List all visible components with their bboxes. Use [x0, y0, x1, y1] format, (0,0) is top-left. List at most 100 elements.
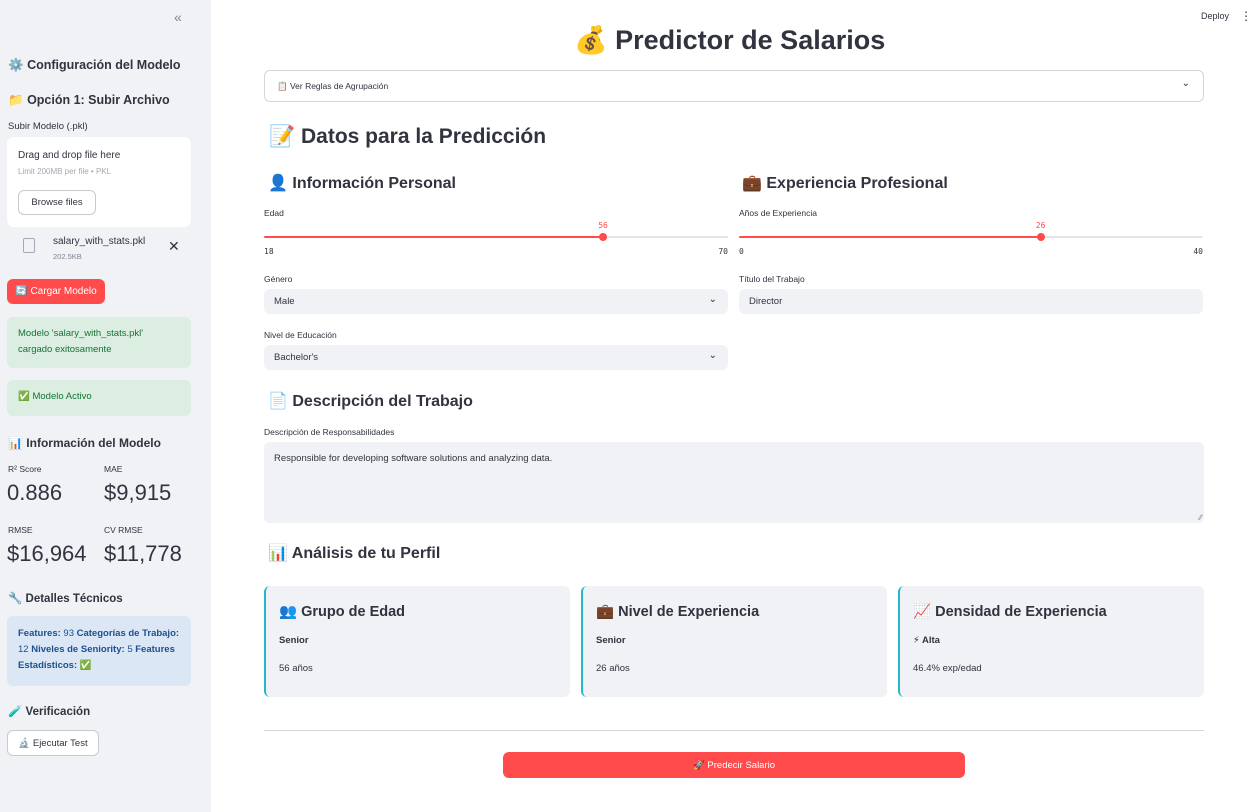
age-slider-fill: [264, 236, 604, 238]
card-title: Grupo de Edad: [301, 604, 406, 620]
age-slider[interactable]: 56 18 70: [264, 220, 728, 260]
model-active-alert: ✅ Modelo Activo: [7, 380, 191, 416]
age-slider-max: 70: [718, 247, 728, 256]
wrench-icon: 🔧: [8, 593, 23, 605]
age-label: Edad: [264, 208, 284, 218]
page-title: 💰 Predictor de Salarios: [574, 24, 885, 56]
job-title-input[interactable]: Director: [739, 289, 1203, 314]
chevron-down-icon: ⌄: [708, 294, 717, 305]
run-test-button[interactable]: 🔬 Ejecutar Test: [7, 730, 99, 756]
verify-heading: 🧪 Verificación: [8, 704, 90, 718]
grouping-rules-expander[interactable]: 📋 Ver Reglas de Agrupación ⌄: [264, 70, 1204, 102]
config-title: Configuración del Modelo: [27, 58, 181, 72]
job-description-title: Descripción del Trabajo: [292, 393, 473, 410]
responsibilities-textarea[interactable]: Responsible for developing software solu…: [264, 442, 1204, 523]
personal-info-title: Información Personal: [292, 175, 456, 192]
briefcase-icon: 💼: [742, 175, 762, 192]
gender-value: Male: [274, 296, 295, 307]
gender-label: Género: [264, 274, 293, 284]
main-menu-icon[interactable]: ⋮: [1240, 9, 1251, 23]
job-description-heading: 📄 Descripción del Trabajo: [268, 391, 473, 411]
features-value: 93: [63, 628, 74, 639]
categories-value: 12: [18, 644, 29, 655]
config-heading: ⚙️ Configuración del Modelo: [8, 58, 181, 73]
gender-select[interactable]: Male ⌄: [264, 289, 728, 314]
document-icon: 📄: [268, 393, 288, 410]
profile-analysis-heading: 📊 Análisis de tu Perfil: [268, 543, 440, 563]
briefcase-icon: 💼: [596, 604, 615, 620]
folder-icon: 📁: [8, 93, 24, 107]
card-subtitle: Senior: [596, 635, 626, 646]
people-icon: 👥: [279, 604, 298, 620]
cv-rmse-label: CV RMSE: [104, 525, 143, 535]
option1-heading: 📁 Opción 1: Subir Archivo: [8, 93, 170, 108]
card-title: Nivel de Experiencia: [618, 604, 760, 620]
experience-level-card: 💼 Nivel de Experiencia Senior 26 años: [581, 586, 887, 697]
file-icon: [23, 238, 35, 253]
seniority-label: Niveles de Seniority:: [31, 644, 125, 655]
chevron-down-icon: ⌄: [708, 350, 717, 361]
age-slider-value: 56: [598, 221, 608, 230]
mae-label: MAE: [104, 464, 123, 474]
model-info-title: Información del Modelo: [26, 436, 161, 450]
experience-heading: 💼 Experiencia Profesional: [742, 173, 948, 193]
cv-rmse-value: $11,778: [104, 541, 182, 566]
rmse-value: $16,964: [7, 541, 87, 566]
verify-title: Verificación: [25, 706, 91, 718]
experience-density-card-heading: 📈 Densidad de Experiencia: [913, 603, 1107, 620]
success-line-1: Modelo 'salary_with_stats.pkl': [18, 328, 144, 339]
job-title-label: Título del Trabajo: [739, 274, 805, 284]
age-group-card: 👥 Grupo de Edad Senior 56 años: [264, 586, 570, 697]
predict-salary-button[interactable]: 🚀 Predecir Salario: [503, 752, 965, 778]
age-slider-min: 18: [264, 247, 274, 256]
dropzone-text: Drag and drop file here: [18, 150, 121, 161]
features-label: Features:: [18, 628, 61, 639]
personal-info-heading: 👤 Información Personal: [268, 173, 456, 193]
load-model-button[interactable]: 🔄 Cargar Modelo: [7, 279, 105, 304]
trend-chart-icon: 📈: [913, 604, 932, 620]
card-title: Densidad de Experiencia: [935, 604, 1107, 620]
age-slider-thumb[interactable]: [599, 233, 608, 241]
r2-value: 0.886: [7, 480, 63, 505]
responsibilities-label: Descripción de Responsabilidades: [264, 427, 395, 437]
memo-icon: 📝: [269, 125, 296, 148]
experience-density-card: 📈 Densidad de Experiencia ⚡ Alta 46.4% e…: [898, 586, 1204, 697]
bar-chart-icon: 📊: [268, 545, 288, 562]
education-select[interactable]: Bachelor's ⌄: [264, 345, 728, 370]
tech-heading: 🔧 Detalles Técnicos: [8, 591, 123, 605]
responsibilities-text: Responsible for developing software solu…: [274, 453, 553, 464]
card-subtitle: ⚡ Alta: [913, 635, 940, 646]
browse-files-button[interactable]: Browse files: [18, 190, 96, 215]
collapse-sidebar-icon[interactable]: «: [174, 9, 182, 25]
resize-handle-icon[interactable]: ∕∕: [1199, 513, 1202, 522]
success-line-2: cargado exitosamente: [18, 344, 112, 355]
prediction-data-title: Datos para la Predicción: [301, 125, 547, 148]
age-group-card-heading: 👥 Grupo de Edad: [279, 603, 405, 620]
prediction-data-heading: 📝 Datos para la Predicción: [269, 125, 546, 149]
money-bag-icon: 💰: [574, 25, 608, 55]
upload-label: Subir Modelo (.pkl): [8, 121, 88, 132]
years-slider-value: 26: [1035, 221, 1046, 230]
years-slider-fill: [739, 236, 1041, 238]
years-slider-thumb[interactable]: [1036, 233, 1045, 241]
chevron-down-icon: ⌄: [1181, 78, 1190, 89]
card-note: 56 años: [279, 663, 313, 674]
tech-details-alert: Features: 93 Categorías de Trabajo: 12 N…: [7, 616, 191, 686]
education-value: Bachelor's: [274, 352, 319, 363]
tech-title: Detalles Técnicos: [25, 593, 123, 605]
profile-analysis-title: Análisis de tu Perfil: [291, 545, 441, 562]
years-slider[interactable]: 26 0 40: [739, 220, 1203, 260]
education-label: Nivel de Educación: [264, 330, 337, 340]
card-subtitle: Senior: [279, 635, 309, 646]
success-alert: Modelo 'salary_with_stats.pkl' cargado e…: [7, 317, 191, 368]
card-note: 26 años: [596, 663, 630, 674]
option1-title: Opción 1: Subir Archivo: [27, 93, 170, 107]
dropzone-limit: Limit 200MB per file • PKL: [18, 167, 112, 176]
remove-file-icon[interactable]: ✕: [168, 238, 180, 255]
seniority-value: 5: [127, 644, 133, 655]
deploy-button[interactable]: Deploy: [1201, 11, 1229, 21]
stat-features-value: ✅: [79, 660, 92, 671]
mae-value: $9,915: [104, 480, 172, 505]
page-title-text: Predictor de Salarios: [615, 25, 886, 55]
file-dropzone[interactable]: Drag and drop file here Limit 200MB per …: [7, 137, 191, 227]
